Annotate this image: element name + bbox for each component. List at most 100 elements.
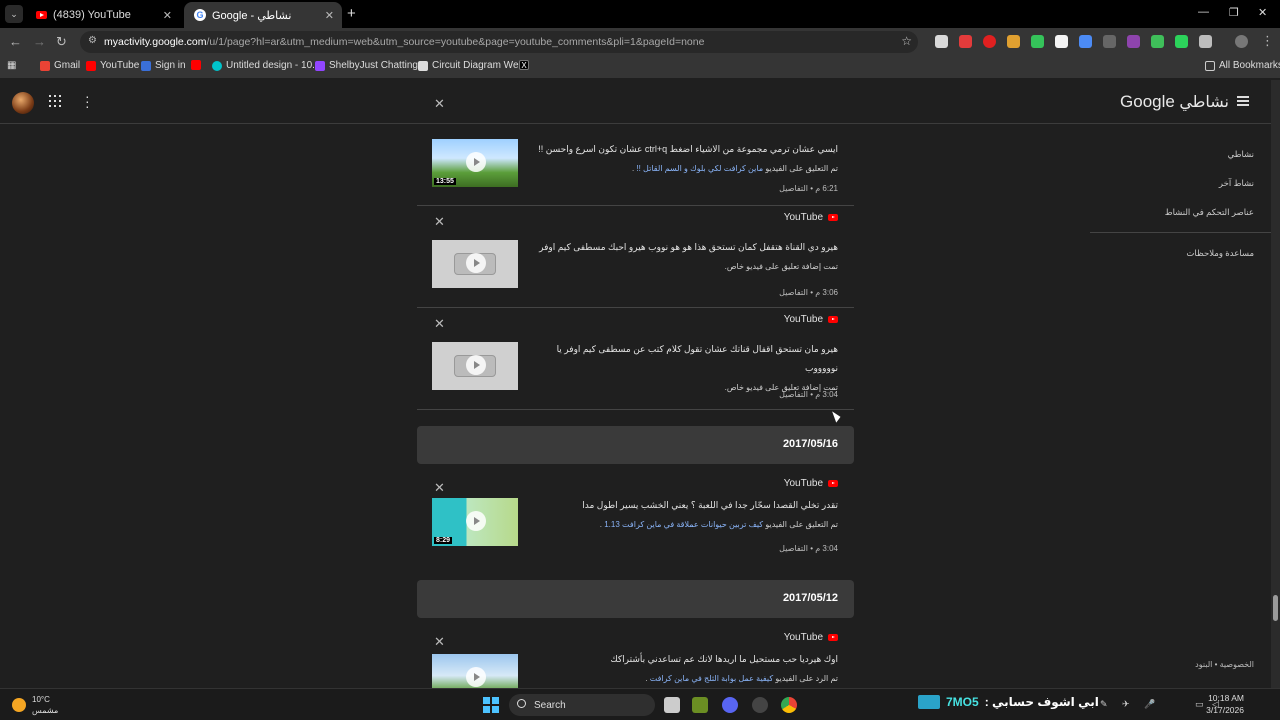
play-icon — [466, 253, 486, 273]
folder-icon — [1205, 60, 1215, 71]
menu-icon[interactable]: ⋮ — [1261, 33, 1274, 49]
tab-myactivity[interactable]: G Google - نشاطي ✕ — [184, 2, 342, 28]
back-icon[interactable]: ← — [9, 34, 22, 49]
play-icon — [466, 511, 486, 531]
google-apps-icon[interactable] — [49, 95, 61, 107]
weather-widget[interactable]: 10°C مشمس — [12, 694, 58, 716]
close-icon[interactable]: ✕ — [325, 9, 334, 22]
extension-icon[interactable] — [983, 35, 996, 48]
extension-icon[interactable] — [1127, 35, 1140, 48]
nav-my-activity[interactable]: نشاطي — [1228, 149, 1254, 160]
gmail-icon — [40, 60, 50, 71]
extension-icon[interactable] — [1031, 35, 1044, 48]
forward-icon[interactable]: → — [33, 34, 46, 49]
source-label: YouTube — [784, 478, 838, 489]
comment-text: تقدر تخلي القصدا سحّار جدا في اللعبة ؟ ي… — [582, 500, 838, 529]
bookmark-gmail[interactable]: Gmail — [40, 60, 80, 71]
youtube-icon — [828, 480, 838, 487]
clock[interactable]: 10:18 AM 3/17/2026 — [1206, 692, 1244, 716]
site-info-icon[interactable]: ⚙ — [88, 35, 97, 46]
bookmark-sign-in[interactable]: Sign in — [141, 60, 186, 71]
delete-icon[interactable]: ✕ — [434, 634, 445, 650]
video-link[interactable]: كيفية عمل بوابة الثلج في ماين كرافت — [650, 674, 773, 683]
bookmark-youtube[interactable]: YouTube — [86, 60, 139, 71]
app-icon[interactable] — [752, 697, 768, 713]
bookmark-star-icon[interactable]: ☆ — [901, 34, 912, 48]
delete-icon[interactable]: ✕ — [434, 96, 445, 112]
video-thumbnail[interactable]: 13:55 — [432, 139, 518, 187]
hamburger-menu-icon[interactable] — [1237, 96, 1249, 106]
apps-grid-icon[interactable]: ▦ — [7, 60, 16, 71]
window-close-icon[interactable]: ✕ — [1258, 6, 1267, 19]
restore-icon[interactable]: ❐ — [1229, 6, 1239, 19]
x-icon: X — [519, 60, 529, 70]
discord-icon[interactable] — [722, 697, 738, 713]
bookmark-x[interactable]: X — [519, 60, 529, 70]
youtube-icon — [828, 214, 838, 221]
chrome-icon[interactable] — [781, 697, 797, 713]
date-header: 2017/05/12 — [417, 580, 854, 618]
all-bookmarks[interactable]: All Bookmarks — [1205, 60, 1280, 71]
task-view-icon[interactable] — [664, 697, 680, 713]
page-scrollbar[interactable] — [1271, 80, 1280, 688]
bookmark-untitled-design[interactable]: Untitled design - 10... — [212, 60, 321, 71]
tab-youtube[interactable]: (4839) YouTube ✕ — [26, 2, 180, 28]
minimize-icon[interactable]: — — [1198, 6, 1209, 18]
r-icon — [141, 60, 151, 71]
profile-icon[interactable] — [1235, 35, 1248, 48]
source-label: YouTube — [784, 314, 838, 325]
divider — [1090, 232, 1272, 233]
video-thumbnail[interactable] — [432, 342, 518, 390]
activity-time[interactable]: 3:04 م • التفاصيل — [779, 544, 838, 553]
source-label: YouTube — [784, 212, 838, 223]
extension-icon[interactable] — [959, 35, 972, 48]
tray-widget[interactable]: 7MO5 ابي اشوف حسابي : — [918, 695, 1099, 709]
video-link[interactable]: ماين كرافت لكي بلوك و السم القاتل !! — [636, 164, 763, 173]
footer-links[interactable]: الخصوصية • البنود — [1195, 660, 1254, 669]
video-thumbnail[interactable] — [432, 654, 518, 688]
delete-icon[interactable]: ✕ — [434, 214, 445, 230]
activity-time[interactable]: 3:06 م • التفاصيل — [779, 288, 838, 297]
bookmark-shelby[interactable]: ShelbyJust Chatting... — [315, 60, 426, 71]
extension-icon[interactable] — [1175, 35, 1188, 48]
reload-icon[interactable]: ↻ — [56, 34, 67, 50]
bookmark-youtube-small[interactable] — [191, 60, 201, 70]
new-tab-icon[interactable]: + — [347, 5, 356, 22]
system-tray-icon[interactable]: ✈ — [1122, 699, 1130, 710]
avatar[interactable] — [12, 92, 34, 114]
close-icon[interactable]: ✕ — [163, 9, 172, 22]
puzzle-icon[interactable] — [1199, 35, 1212, 48]
more-options-icon[interactable]: · · · — [85, 89, 90, 113]
scrollbar-thumb[interactable] — [1273, 595, 1278, 621]
nav-help-feedback[interactable]: مساعدة وملاحظات — [1186, 248, 1254, 259]
delete-icon[interactable]: ✕ — [434, 316, 445, 332]
translate-icon[interactable] — [1079, 35, 1092, 48]
activity-time[interactable]: 6:21 م • التفاصيل — [779, 184, 838, 193]
nav-activity-controls[interactable]: عناصر التحكم في النشاط — [1165, 207, 1254, 218]
windows-start-icon[interactable] — [483, 697, 499, 713]
taskbar-search[interactable]: Search — [509, 694, 655, 716]
bookmarks-bar: ▦ Gmail YouTube Sign in Untitled design … — [0, 56, 1280, 78]
app-icon[interactable] — [692, 697, 708, 713]
system-tray-icon[interactable]: ✎ — [1100, 699, 1108, 710]
delete-icon[interactable]: ✕ — [434, 480, 445, 496]
extension-icon[interactable] — [1103, 35, 1116, 48]
extension-icon[interactable] — [935, 35, 948, 48]
youtube-icon — [828, 316, 838, 323]
activity-time[interactable]: 3:04 م • التفاصيل — [779, 390, 838, 399]
bookmark-circuit[interactable]: Circuit Diagram We... — [418, 60, 527, 71]
video-thumbnail[interactable] — [432, 240, 518, 288]
extension-icon[interactable] — [1007, 35, 1020, 48]
video-thumbnail[interactable]: 8:29 — [432, 498, 518, 546]
date-header: 2017/05/16 — [417, 426, 854, 464]
page-brand[interactable]: نشاطي Google — [1120, 92, 1229, 112]
youtube-icon — [86, 60, 96, 71]
video-link[interactable]: كيف تربين حيوانات عملاقة في ماين كرافت 1… — [604, 520, 763, 529]
network-icon[interactable]: ▭ — [1195, 699, 1204, 710]
extension-icon[interactable] — [1055, 35, 1068, 48]
nav-other-activity[interactable]: نشاط آخر — [1219, 178, 1254, 189]
microphone-icon[interactable]: 🎤 — [1144, 699, 1155, 710]
address-bar[interactable]: ⚙ myactivity.google.com/u/1/page?hl=ar&u… — [80, 31, 918, 53]
tab-search-button[interactable]: ⌄ — [5, 5, 23, 23]
shield-icon[interactable] — [1151, 35, 1164, 48]
